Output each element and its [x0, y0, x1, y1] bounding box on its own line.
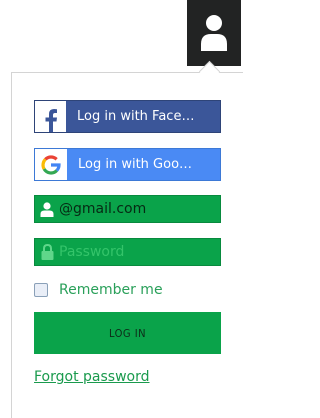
remember-me-checkbox[interactable]: [34, 283, 48, 297]
facebook-login-label: Log in with Face…: [77, 109, 195, 124]
google-login-button[interactable]: Log in with Goo…: [34, 148, 221, 181]
google-icon: [35, 149, 67, 180]
login-button[interactable]: LOG IN: [34, 312, 221, 354]
lock-icon: [35, 244, 59, 260]
user-icon: [201, 15, 227, 51]
email-input[interactable]: [59, 201, 209, 217]
password-field[interactable]: [34, 238, 221, 266]
facebook-login-button[interactable]: Log in with Face…: [34, 100, 221, 133]
facebook-icon: [35, 101, 66, 132]
remember-me[interactable]: Remember me: [34, 282, 163, 298]
user-icon: [35, 201, 59, 217]
forgot-password-link[interactable]: Forgot password: [34, 369, 150, 385]
google-login-label: Log in with Goo…: [78, 157, 193, 172]
password-input[interactable]: [59, 244, 209, 260]
remember-me-label: Remember me: [59, 282, 163, 298]
user-menu-button[interactable]: [187, 0, 241, 66]
email-field[interactable]: [34, 195, 221, 223]
